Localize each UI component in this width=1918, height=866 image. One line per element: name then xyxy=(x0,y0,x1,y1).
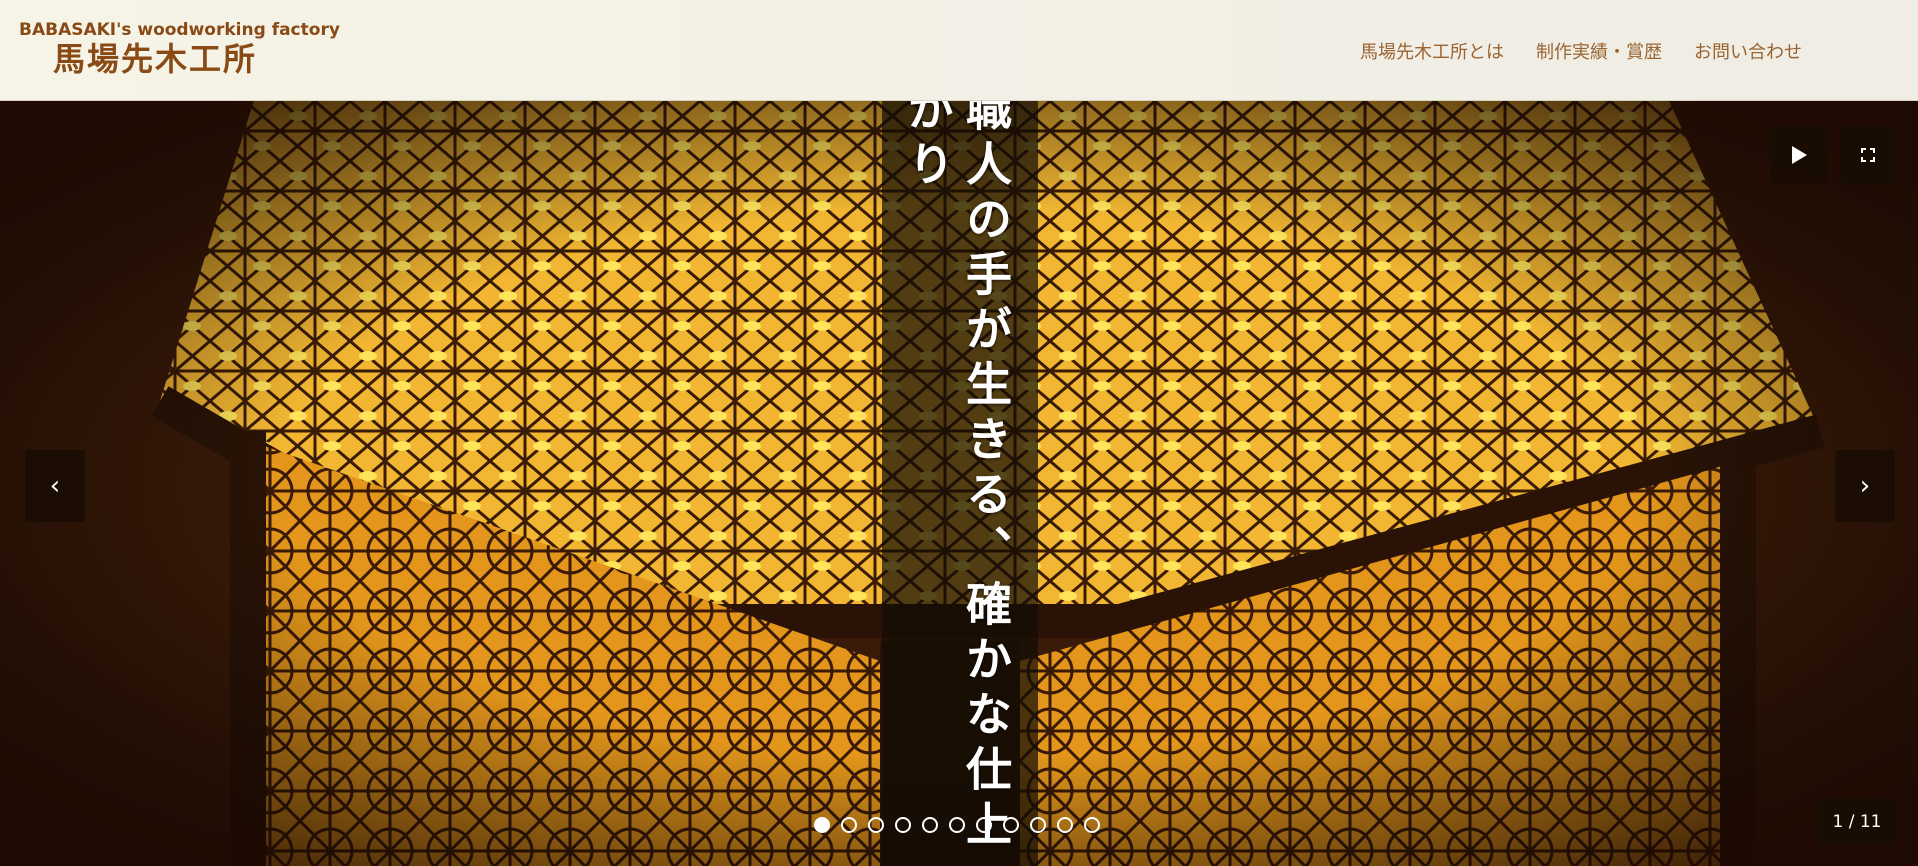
slide-counter: 1 / 11 xyxy=(1818,798,1896,846)
slide-caption-line-1: 職人の手が生きる、確かな仕上 xyxy=(959,101,1013,855)
next-slide-button[interactable]: › xyxy=(1835,450,1895,522)
nav-link-about[interactable]: 馬場先木工所とは xyxy=(1360,38,1504,64)
slide-dot[interactable] xyxy=(868,817,884,833)
nav-link-works[interactable]: 制作実績・賞歴 xyxy=(1536,38,1662,64)
fullscreen-icon xyxy=(1860,148,1875,162)
fullscreen-button[interactable] xyxy=(1840,126,1895,184)
chevron-right-icon: › xyxy=(1859,471,1871,501)
slide-dot[interactable] xyxy=(976,817,992,833)
slide-dot[interactable] xyxy=(1030,817,1046,833)
play-icon xyxy=(1792,146,1807,164)
brand-title: 馬場先木工所 xyxy=(53,40,258,78)
site-header: BABASAKI's woodworking factory 馬場先木工所 馬場… xyxy=(0,0,1918,101)
slide-dot[interactable] xyxy=(1084,817,1100,833)
slide-dot[interactable] xyxy=(949,817,965,833)
slide-dot[interactable] xyxy=(814,817,830,833)
brand-subtitle: BABASAKI's woodworking factory xyxy=(19,20,340,40)
slide-pagination xyxy=(814,817,1100,833)
slide-dot[interactable] xyxy=(1003,817,1019,833)
slide-dot[interactable] xyxy=(895,817,911,833)
slide-dot[interactable] xyxy=(841,817,857,833)
prev-slide-button[interactable]: ‹ xyxy=(25,450,85,522)
main-nav: 馬場先木工所とは 制作実績・賞歴 お問い合わせ xyxy=(1360,38,1802,64)
nav-link-contact[interactable]: お問い合わせ xyxy=(1694,38,1802,64)
slide-caption-line-2: がり xyxy=(901,101,955,195)
play-button[interactable] xyxy=(1770,126,1828,184)
hero-slider: 職人の手が生きる、確かな仕上 がり ‹ › 1 / 11 xyxy=(0,101,1918,866)
slide-dot[interactable] xyxy=(922,817,938,833)
site-logo[interactable]: BABASAKI's woodworking factory 馬場先木工所 xyxy=(19,19,340,77)
slide-dot[interactable] xyxy=(1057,817,1073,833)
chevron-left-icon: ‹ xyxy=(49,471,61,501)
